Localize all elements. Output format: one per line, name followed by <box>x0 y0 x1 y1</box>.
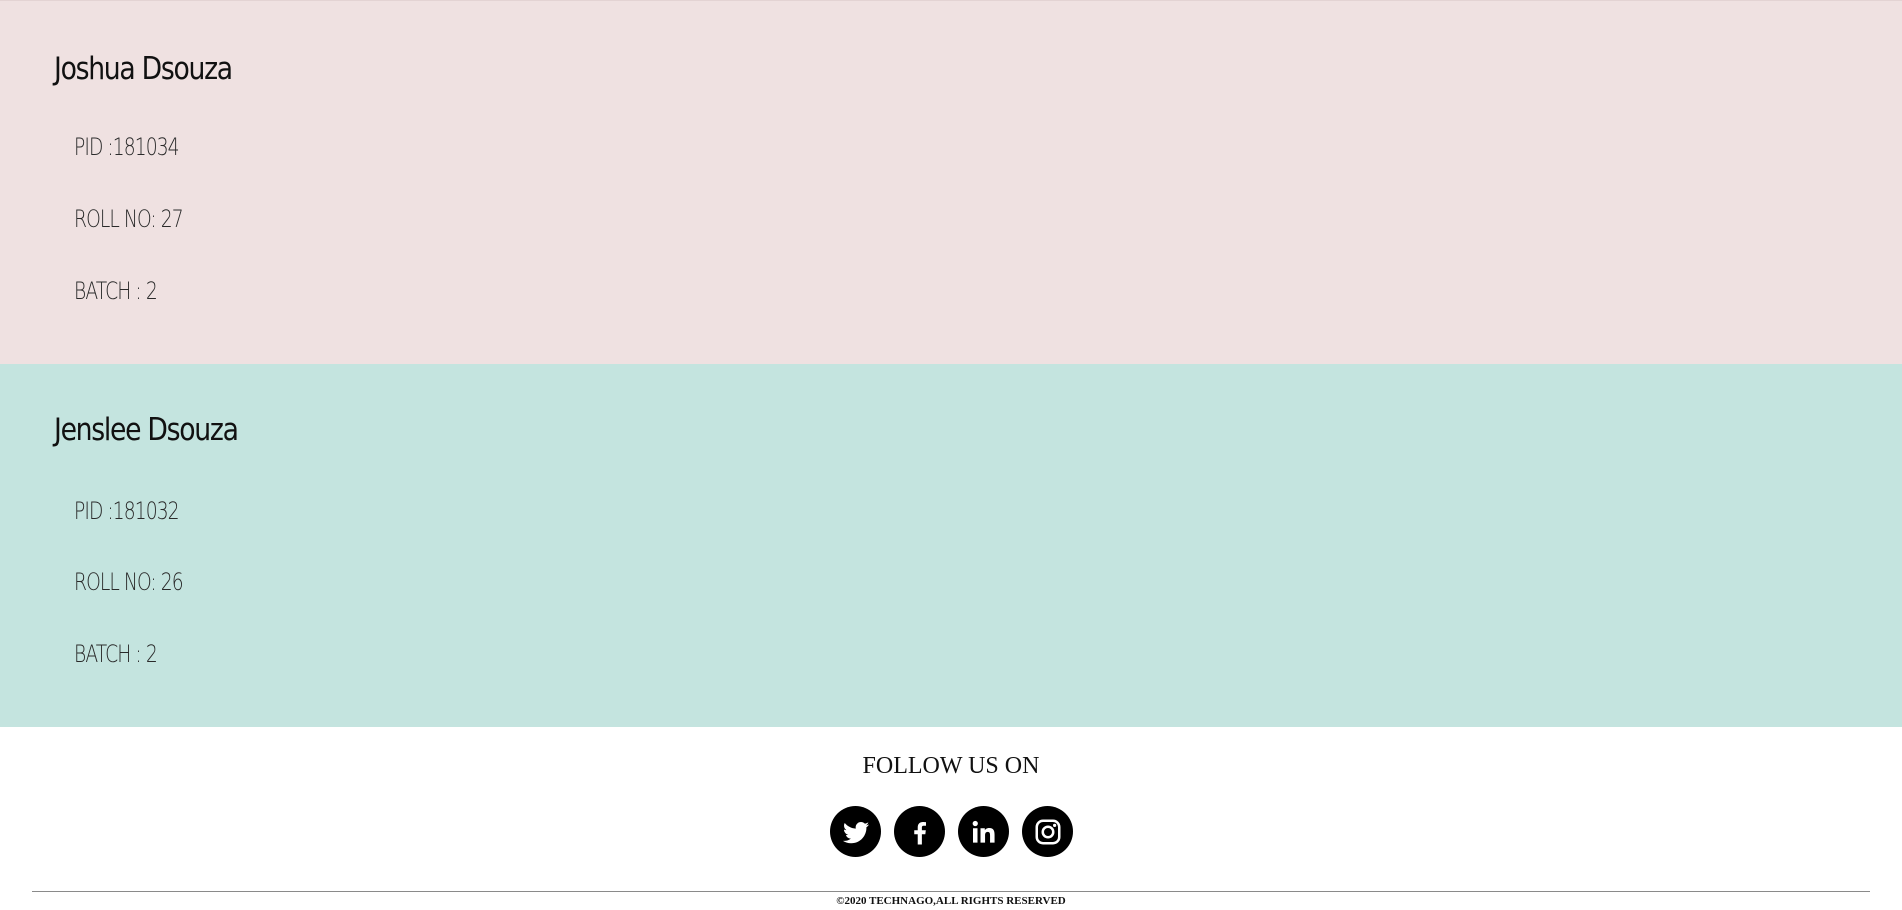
copyright-notice: ©2020 TECHNAGO,ALL RIGHTS RESERVED <box>836 895 1066 907</box>
member-batch: BATCH : 2 <box>74 640 158 668</box>
footer-divider <box>32 891 1870 892</box>
member-pid: PID :181034 <box>74 133 180 161</box>
facebook-icon <box>905 817 935 847</box>
member-roll-no: ROLL NO: 26 <box>74 568 184 596</box>
follow-us-heading: FOLLOW US ON <box>862 753 1040 779</box>
twitter-link[interactable] <box>830 806 881 857</box>
twitter-icon <box>841 817 871 847</box>
facebook-link[interactable] <box>894 806 945 857</box>
instagram-icon <box>1033 817 1063 847</box>
site-footer: FOLLOW US ON ©2020 TECHNAGO,ALL RIGHTS R… <box>0 727 1902 910</box>
member-batch: BATCH : 2 <box>74 277 158 305</box>
instagram-link[interactable] <box>1022 806 1073 857</box>
member-card-jenslee: Jenslee Dsouza PID :181032 ROLL NO: 26 B… <box>0 364 1902 727</box>
linkedin-link[interactable] <box>958 806 1009 857</box>
social-links <box>830 806 1073 857</box>
member-name: Jenslee Dsouza <box>54 412 239 448</box>
member-pid: PID :181032 <box>74 497 180 525</box>
member-name: Joshua Dsouza <box>54 51 233 87</box>
linkedin-icon <box>969 817 999 847</box>
member-roll-no: ROLL NO: 27 <box>74 205 184 233</box>
member-card-joshua: Joshua Dsouza PID :181034 ROLL NO: 27 BA… <box>0 0 1902 364</box>
